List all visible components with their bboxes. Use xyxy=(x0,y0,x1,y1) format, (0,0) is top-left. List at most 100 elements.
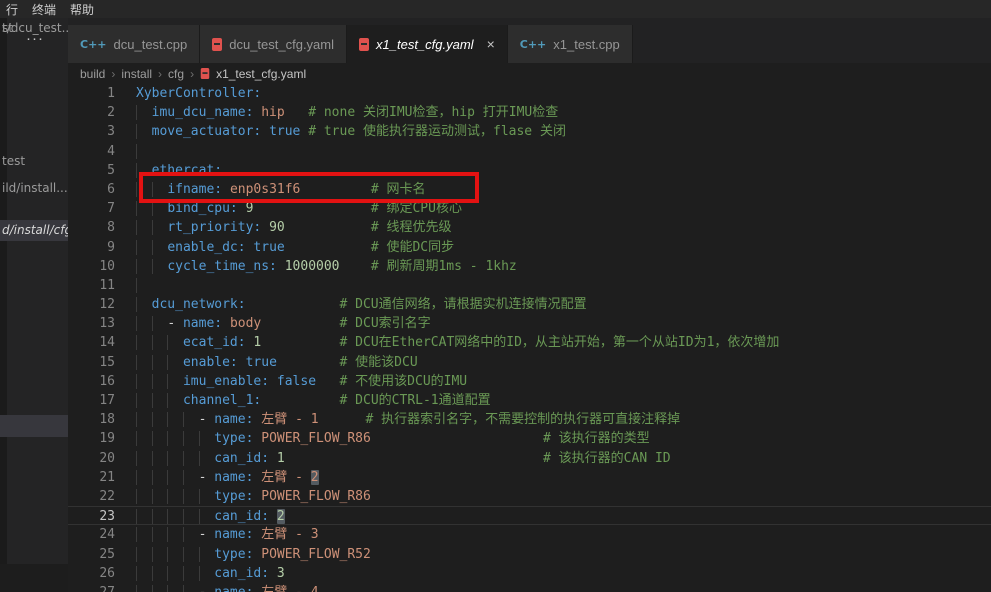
editor-line[interactable]: 25 type: POWER_FLOW_R52 xyxy=(68,545,991,564)
sidebar-item[interactable]: test xyxy=(0,151,68,172)
editor-line[interactable]: 19 type: POWER_FLOW_R86 # 该执行器的类型 xyxy=(68,429,991,448)
line-code[interactable]: bind_cpu: 9 # 绑定CPU核心 xyxy=(115,199,462,218)
menu-item[interactable]: 帮助 xyxy=(66,1,104,18)
line-number[interactable]: 10 xyxy=(68,257,115,276)
editor-line[interactable]: 11 xyxy=(68,276,991,295)
line-code[interactable]: ifname: enp0s31f6 # 网卡名 xyxy=(115,180,426,199)
editor-line[interactable]: 8 rt_priority: 90 # 线程优先级 xyxy=(68,218,991,237)
menu-item[interactable]: 终端 xyxy=(28,1,66,18)
editor-line[interactable]: 24 - name: 左臂 - 3 xyxy=(68,525,991,544)
line-code[interactable]: - name: 左臂 - 3 xyxy=(115,525,319,544)
line-code[interactable]: ethercat: xyxy=(115,161,222,180)
editor-line[interactable]: 23 can_id: 2 xyxy=(68,506,991,525)
line-code[interactable]: dcu_network: # DCU通信网络，请根据实机连接情况配置 xyxy=(115,295,587,314)
sidebar-highlighted-row[interactable] xyxy=(0,415,68,437)
editor-line[interactable]: 7 bind_cpu: 9 # 绑定CPU核心 xyxy=(68,199,991,218)
editor-line[interactable]: 12 dcu_network: # DCU通信网络，请根据实机连接情况配置 xyxy=(68,295,991,314)
line-code[interactable]: can_id: 1 # 该执行器的CAN ID xyxy=(115,449,671,468)
menu-item[interactable]: 行 xyxy=(2,1,28,18)
line-number[interactable]: 20 xyxy=(68,449,115,468)
line-code[interactable]: XyberController: xyxy=(115,84,261,103)
line-code[interactable]: type: POWER_FLOW_R86 xyxy=(115,487,371,506)
breadcrumb-file[interactable]: x1_test_cfg.yaml xyxy=(216,67,306,81)
tab-x1_test_cfg.yaml[interactable]: x1_test_cfg.yaml× xyxy=(347,25,508,63)
line-code[interactable]: type: POWER_FLOW_R86 # 该执行器的类型 xyxy=(115,429,650,448)
editor-line[interactable]: 14 ecat_id: 1 # DCU在EtherCAT网络中的ID，从主站开始… xyxy=(68,333,991,352)
line-number[interactable]: 8 xyxy=(68,218,115,237)
line-number[interactable]: 1 xyxy=(68,84,115,103)
line-code[interactable]: type: POWER_FLOW_R52 xyxy=(115,545,371,564)
line-number[interactable]: 13 xyxy=(68,314,115,333)
line-number[interactable]: 5 xyxy=(68,161,115,180)
line-number[interactable]: 17 xyxy=(68,391,115,410)
editor-line[interactable]: 15 enable: true # 使能该DCU xyxy=(68,353,991,372)
line-code[interactable]: - name: 左臂 - 2 xyxy=(115,468,319,487)
breadcrumb-segment[interactable]: install xyxy=(121,67,152,81)
line-number[interactable]: 22 xyxy=(68,487,115,506)
editor-line[interactable]: 4 xyxy=(68,142,991,161)
line-code[interactable]: enable_dc: true # 使能DC同步 xyxy=(115,238,454,257)
editor-line[interactable]: 26 can_id: 3 xyxy=(68,564,991,583)
editor-line[interactable]: 27 - name: 左臂 - 4 xyxy=(68,583,991,592)
sidebar-item[interactable]: d/install/cfg xyxy=(0,220,68,241)
close-icon[interactable]: × xyxy=(487,36,495,52)
line-code[interactable]: ecat_id: 1 # DCU在EtherCAT网络中的ID，从主站开始，第一… xyxy=(115,333,779,352)
editor-line[interactable]: 10 cycle_time_ns: 1000000 # 刷新周期1ms - 1k… xyxy=(68,257,991,276)
line-number[interactable]: 26 xyxy=(68,564,115,583)
line-number[interactable]: 16 xyxy=(68,372,115,391)
breadcrumb-segment[interactable]: cfg xyxy=(168,67,184,81)
tab-x1_test.cpp[interactable]: C++x1_test.cpp xyxy=(508,25,633,63)
breadcrumb-segment[interactable]: build xyxy=(80,67,105,81)
line-code[interactable]: enable: true # 使能该DCU xyxy=(115,353,418,372)
tab-dcu_test.cpp[interactable]: C++dcu_test.cpp xyxy=(68,25,200,63)
line-code[interactable]: channel_1: # DCU的CTRL-1通道配置 xyxy=(115,391,491,410)
editor-line[interactable]: 21 - name: 左臂 - 2 xyxy=(68,468,991,487)
line-number[interactable]: 11 xyxy=(68,276,115,295)
line-number[interactable]: 23 xyxy=(68,507,115,524)
code-editor[interactable]: 1XyberController:2 imu_dcu_name: hip # n… xyxy=(68,84,991,592)
sidebar-item[interactable]: ild/install... xyxy=(0,178,68,199)
line-number[interactable]: 15 xyxy=(68,353,115,372)
line-number[interactable]: 19 xyxy=(68,429,115,448)
editor-line[interactable]: 22 type: POWER_FLOW_R86 xyxy=(68,487,991,506)
line-number[interactable]: 27 xyxy=(68,583,115,592)
line-code[interactable]: - name: body # DCU索引名字 xyxy=(115,314,431,333)
editor-line[interactable]: 2 imu_dcu_name: hip # none 关闭IMU检查，hip 打… xyxy=(68,103,991,122)
indent-guide xyxy=(167,412,183,427)
line-number[interactable]: 9 xyxy=(68,238,115,257)
line-number[interactable]: 18 xyxy=(68,410,115,429)
editor-line[interactable]: 13 - name: body # DCU索引名字 xyxy=(68,314,991,333)
line-number[interactable]: 24 xyxy=(68,525,115,544)
line-code[interactable]: imu_dcu_name: hip # none 关闭IMU检查，hip 打开I… xyxy=(115,103,558,122)
editor-line[interactable]: 1XyberController: xyxy=(68,84,991,103)
editor-line[interactable]: 20 can_id: 1 # 该执行器的CAN ID xyxy=(68,449,991,468)
sidebar-item[interactable]: t/dcu_test... xyxy=(0,18,68,39)
editor-line[interactable]: 3 move_actuator: true # true 使能执行器运动测试，f… xyxy=(68,122,991,141)
line-number[interactable]: 2 xyxy=(68,103,115,122)
line-code[interactable]: - name: 左臂 - 1 # 执行器索引名字，不需要控制的执行器可直接注释掉 xyxy=(115,410,680,429)
editor-line[interactable]: 9 enable_dc: true # 使能DC同步 xyxy=(68,238,991,257)
tab-dcu_test_cfg.yaml[interactable]: dcu_test_cfg.yaml xyxy=(200,25,347,63)
line-number[interactable]: 6 xyxy=(68,180,115,199)
line-code[interactable]: imu_enable: false # 不使用该DCU的IMU xyxy=(115,372,467,391)
line-number[interactable]: 3 xyxy=(68,122,115,141)
line-number[interactable]: 7 xyxy=(68,199,115,218)
line-code[interactable]: can_id: 3 xyxy=(115,564,285,583)
editor-line[interactable]: 16 imu_enable: false # 不使用该DCU的IMU xyxy=(68,372,991,391)
line-code[interactable]: cycle_time_ns: 1000000 # 刷新周期1ms - 1khz xyxy=(115,257,517,276)
line-number[interactable]: 21 xyxy=(68,468,115,487)
line-number[interactable]: 4 xyxy=(68,142,115,161)
line-code[interactable]: move_actuator: true # true 使能执行器运动测试，fla… xyxy=(115,122,566,141)
line-code[interactable]: rt_priority: 90 # 线程优先级 xyxy=(115,218,451,237)
line-code[interactable] xyxy=(115,276,152,295)
line-code[interactable]: - name: 左臂 - 4 xyxy=(115,583,319,592)
editor-line[interactable]: 6 ifname: enp0s31f6 # 网卡名 xyxy=(68,180,991,199)
line-number[interactable]: 25 xyxy=(68,545,115,564)
editor-line[interactable]: 5 ethercat: xyxy=(68,161,991,180)
line-number[interactable]: 12 xyxy=(68,295,115,314)
editor-line[interactable]: 17 channel_1: # DCU的CTRL-1通道配置 xyxy=(68,391,991,410)
editor-line[interactable]: 18 - name: 左臂 - 1 # 执行器索引名字，不需要控制的执行器可直接… xyxy=(68,410,991,429)
line-number[interactable]: 14 xyxy=(68,333,115,352)
line-code[interactable] xyxy=(115,142,152,161)
line-code[interactable]: can_id: 2 xyxy=(115,507,285,524)
